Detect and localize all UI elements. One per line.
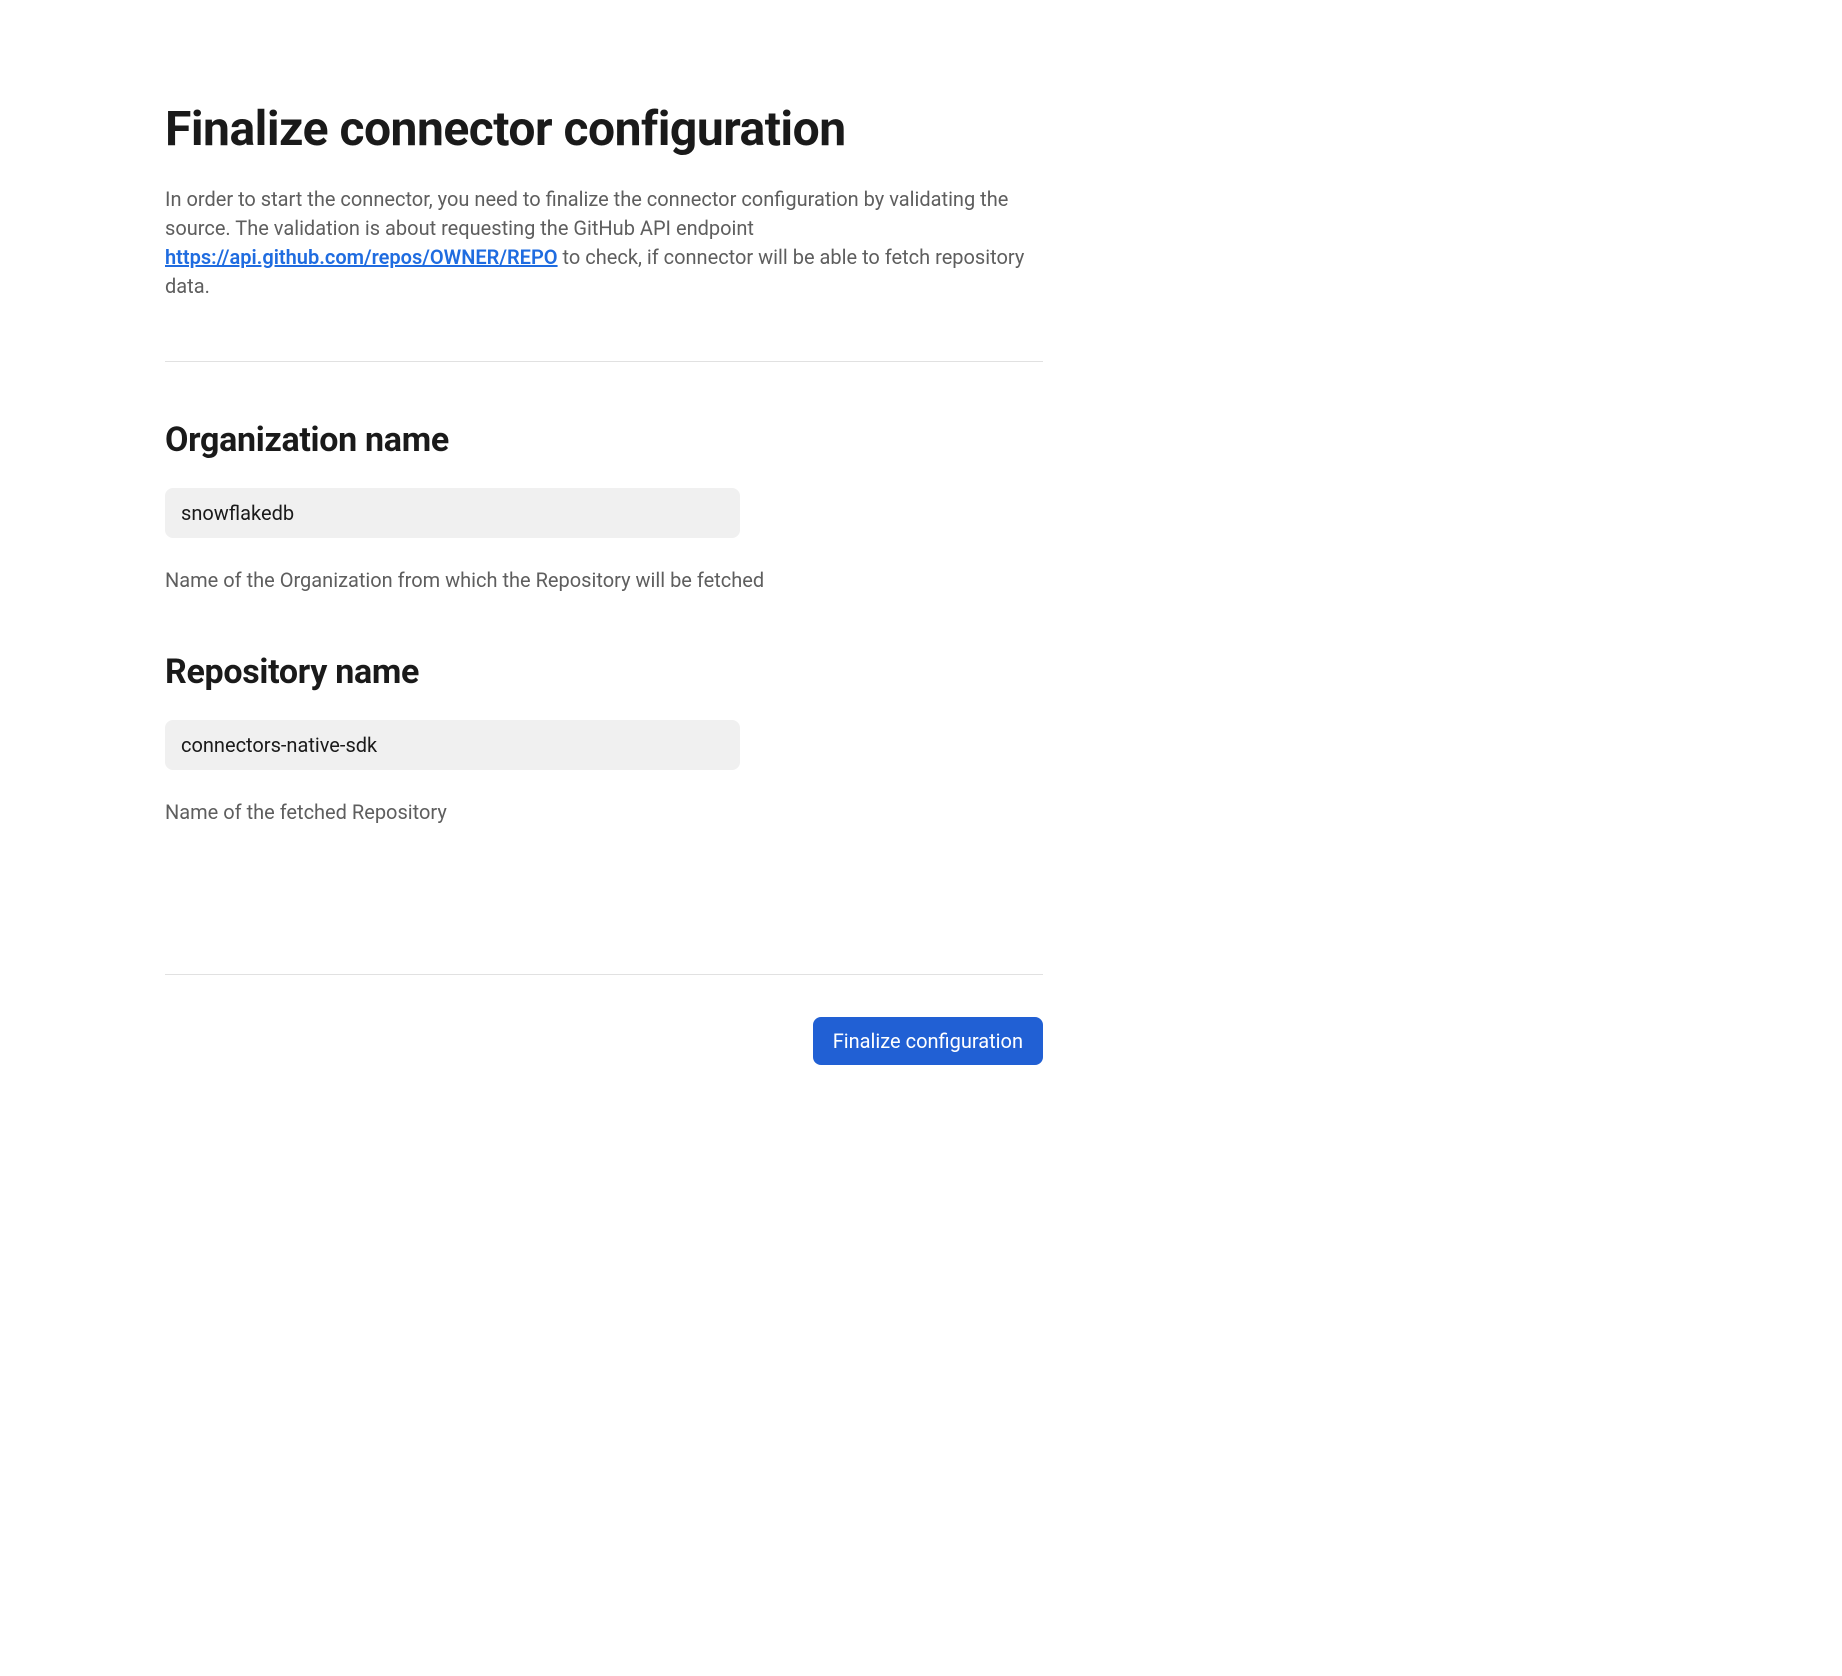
divider: [165, 974, 1043, 975]
action-row: Finalize configuration: [165, 1017, 1043, 1065]
organization-input[interactable]: [165, 488, 740, 538]
organization-label: Organization name: [165, 420, 1043, 460]
page-title: Finalize connector configuration: [165, 100, 1043, 157]
description-prefix: In order to start the connector, you nee…: [165, 187, 1008, 240]
repository-input[interactable]: [165, 720, 740, 770]
organization-section: Organization name Name of the Organizati…: [165, 420, 1043, 592]
page-description: In order to start the connector, you nee…: [165, 185, 1043, 301]
repository-section: Repository name Name of the fetched Repo…: [165, 652, 1043, 824]
github-api-link[interactable]: https://api.github.com/repos/OWNER/REPO: [165, 245, 558, 269]
organization-help: Name of the Organization from which the …: [165, 568, 1043, 592]
finalize-button[interactable]: Finalize configuration: [813, 1017, 1043, 1065]
divider: [165, 361, 1043, 362]
repository-label: Repository name: [165, 652, 1043, 692]
repository-help: Name of the fetched Repository: [165, 800, 1043, 824]
